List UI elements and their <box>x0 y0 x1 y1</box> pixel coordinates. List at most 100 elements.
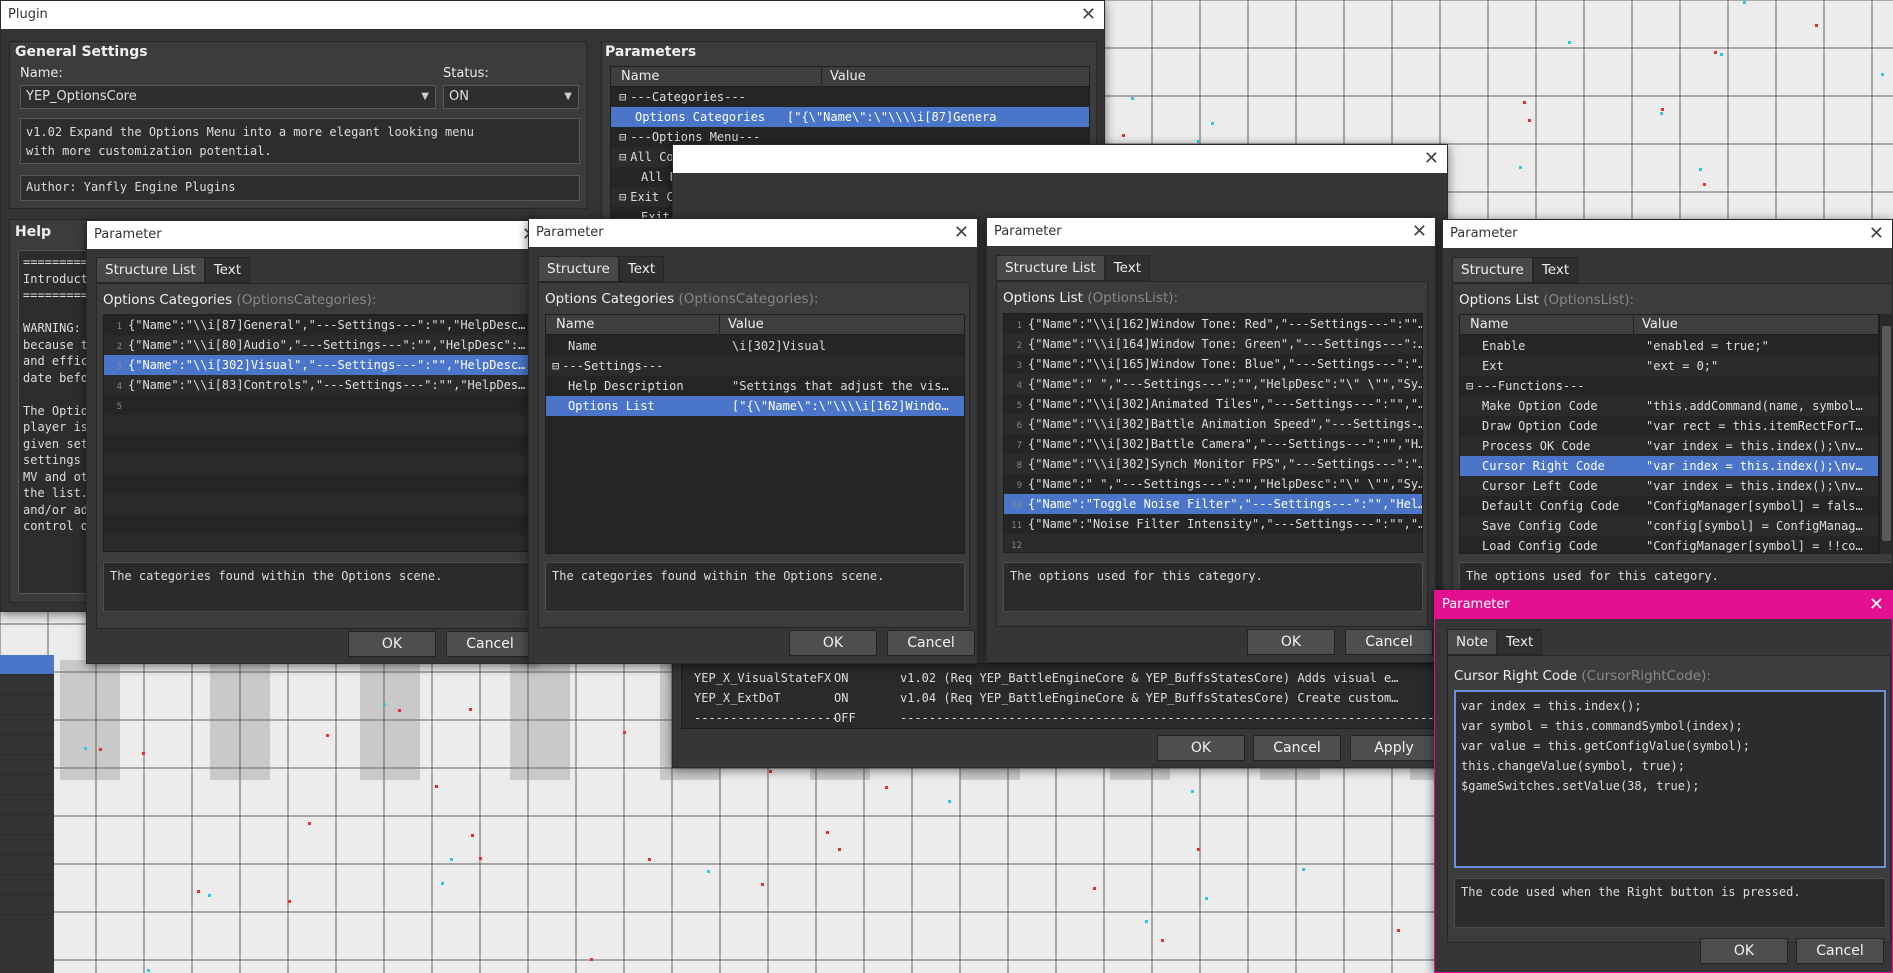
list-item[interactable]: 6 {"Name":"\\i[302]Battle Animation Speed… <box>1004 414 1422 434</box>
structure-table[interactable]: Name Value Name \i[302]Visual ⊟ ---Settings-… <box>545 314 965 554</box>
expander-icon[interactable]: ⊟ <box>619 190 626 204</box>
params-header-name: Name <box>621 69 660 84</box>
list-item[interactable] <box>104 415 535 435</box>
structure-row[interactable]: Default Config Code "ConfigManager[symbol… <box>1460 496 1878 516</box>
expander-icon[interactable]: ⊟ <box>619 150 626 164</box>
cancel-button[interactable]: Cancel <box>1253 735 1341 761</box>
list-item[interactable]: 8 {"Name":"\\i[302]Synch Monitor FPS","--… <box>1004 454 1422 474</box>
structure-name-text: Enable <box>1482 339 1526 353</box>
tab-structure-list[interactable]: Structure List <box>96 257 205 283</box>
categories-list[interactable]: 1 {"Name":"\\i[87]General","---Settings--… <box>103 314 535 552</box>
ok-button[interactable]: OK <box>348 631 436 657</box>
map-tree-selected[interactable] <box>0 655 54 675</box>
ok-button[interactable]: OK <box>789 630 877 656</box>
list-item[interactable] <box>104 495 535 515</box>
expander-icon[interactable]: ⊟ <box>619 90 626 104</box>
code-editor[interactable]: var index = this.index(); var symbol = th… <box>1454 690 1886 868</box>
close-icon[interactable]: ✕ <box>1869 591 1884 619</box>
list-item[interactable]: 1 {"Name":"\\i[162]Window Tone: Red","---… <box>1004 314 1422 334</box>
tab-text[interactable]: Text <box>204 257 251 283</box>
expander-icon[interactable]: ⊟ <box>1466 379 1473 393</box>
map-event-dot <box>1161 939 1164 942</box>
list-item[interactable] <box>104 435 535 455</box>
list-item[interactable]: 5 <box>104 395 535 415</box>
param-name: Options Categories <box>635 107 765 127</box>
list-item-text: {"Name":"\\i[87]General","---Settings---… <box>128 318 526 332</box>
list-item[interactable]: 2 {"Name":"\\i[80]Audio","---Settings---"… <box>104 335 535 355</box>
list-item[interactable]: 4 {"Name":"\\i[83]Controls","---Settings-… <box>104 375 535 395</box>
structure-row[interactable]: ⊟ ---Functions--- <box>1460 376 1878 396</box>
list-item[interactable] <box>104 455 535 475</box>
cancel-button[interactable]: Cancel <box>1345 629 1433 655</box>
status-select[interactable]: ON ▼ <box>443 85 579 109</box>
list-item[interactable]: 2 {"Name":"\\i[164]Window Tone: Green","-… <box>1004 334 1422 354</box>
plugin-desc: v1.04 (Req YEP_BattleEngineCore & YEP_Bu… <box>900 691 1399 705</box>
expander-icon[interactable]: ⊟ <box>552 359 559 373</box>
dialog-4-scrollbar[interactable] <box>1879 314 1892 554</box>
structure-row[interactable]: ⊟ ---Settings--- <box>546 356 964 376</box>
structure-row[interactable]: Name \i[302]Visual <box>546 336 964 356</box>
tab-text[interactable]: Text <box>1532 257 1579 283</box>
structure-row[interactable]: Options List ["{\"Name\":\"\\\\i[162]Wind… <box>546 396 964 416</box>
list-item[interactable]: 9 {"Name":" ","---Settings---":"","HelpDe… <box>1004 474 1422 494</box>
close-icon[interactable]: ✕ <box>1869 220 1884 248</box>
list-item[interactable]: 1 {"Name":"\\i[87]General","---Settings--… <box>104 315 535 335</box>
list-item[interactable] <box>104 515 535 535</box>
list-item[interactable]: 12 <box>1004 534 1422 552</box>
map-event-dot <box>1191 790 1194 793</box>
plugin-list-row[interactable]: -------------------- OFF -----------------… <box>682 708 1440 728</box>
structure-name: Load Config Code <box>1482 536 1598 553</box>
list-item[interactable]: 3 {"Name":"\\i[302]Visual","---Settings--… <box>104 355 535 375</box>
list-item[interactable]: 10 {"Name":"Toggle Noise Filter","---Sett… <box>1004 494 1422 514</box>
tab-note[interactable]: Note <box>1447 629 1497 655</box>
list-item[interactable] <box>104 535 535 551</box>
cancel-button[interactable]: Cancel <box>887 630 975 656</box>
structure-row[interactable]: Help Description "Settings that adjust th… <box>546 376 964 396</box>
tab-text[interactable]: Text <box>618 256 665 282</box>
tab-structure[interactable]: Structure <box>538 256 619 282</box>
tab-structure[interactable]: Structure <box>1452 257 1533 283</box>
ok-button[interactable]: OK <box>1247 629 1335 655</box>
ok-button[interactable]: OK <box>1700 938 1788 964</box>
cancel-button[interactable]: Cancel <box>446 631 534 657</box>
list-item[interactable]: 5 {"Name":"\\i[302]Animated Tiles","---Se… <box>1004 394 1422 414</box>
structure-row[interactable]: Cursor Left Code "var index = this.index(… <box>1460 476 1878 496</box>
expander-icon[interactable]: ⊟ <box>619 130 626 144</box>
structure-row[interactable]: Cursor Right Code "var index = this.index… <box>1460 456 1878 476</box>
param-row[interactable]: ⊟ ---Categories--- <box>611 87 1089 107</box>
list-item[interactable]: 3 {"Name":"\\i[165]Window Tone: Blue","--… <box>1004 354 1422 374</box>
structure-row[interactable]: Draw Option Code "var rect = this.itemRec… <box>1460 416 1878 436</box>
map-event-dot <box>441 882 444 885</box>
structure-row[interactable]: Process OK Code "var index = this.index()… <box>1460 436 1878 456</box>
options-list[interactable]: 1 {"Name":"\\i[162]Window Tone: Red","---… <box>1003 313 1423 553</box>
structure-row[interactable]: Save Config Code "config[symbol] = Config… <box>1460 516 1878 536</box>
close-icon[interactable]: ✕ <box>954 219 969 247</box>
tab-text[interactable]: Text <box>1496 629 1543 655</box>
cancel-button[interactable]: Cancel <box>1796 938 1884 964</box>
general-settings-label: General Settings <box>15 44 148 60</box>
list-item[interactable]: 7 {"Name":"\\i[302]Battle Camera","---Set… <box>1004 434 1422 454</box>
list-item[interactable] <box>104 475 535 495</box>
line-number: 12 <box>1011 541 1022 551</box>
structure-table[interactable]: Name Value Enable "enabled = true;" Ext "ext… <box>1459 314 1879 554</box>
structure-row[interactable]: Load Config Code "ConfigManager[symbol] =… <box>1460 536 1878 553</box>
ok-button[interactable]: OK <box>1157 735 1245 761</box>
map-tree-panel[interactable] <box>0 655 54 973</box>
structure-row[interactable]: Enable "enabled = true;" <box>1460 336 1878 356</box>
close-icon[interactable]: ✕ <box>1412 218 1427 246</box>
list-item-text: {"Name":"Toggle Noise Filter","---Settin… <box>1028 497 1422 511</box>
plugin-list[interactable]: YEP_X_VisualStateFX ON v1.02 (Req YEP_Batt… <box>681 663 1441 729</box>
plugin-name-select[interactable]: YEP_OptionsCore ▼ <box>20 85 436 109</box>
tab-text[interactable]: Text <box>1104 255 1151 281</box>
apply-button[interactable]: Apply <box>1350 735 1438 761</box>
close-icon[interactable]: ✕ <box>1081 1 1096 29</box>
close-icon[interactable]: ✕ <box>1424 145 1439 173</box>
param-row[interactable]: Options Categories ["{\"Name\":\"\\\\i[87… <box>611 107 1089 127</box>
list-item[interactable]: 11 {"Name":"Noise Filter Intensity","---S… <box>1004 514 1422 534</box>
plugin-list-row[interactable]: YEP_X_VisualStateFX ON v1.02 (Req YEP_Batt… <box>682 668 1440 688</box>
structure-row[interactable]: Ext "ext = 0;" <box>1460 356 1878 376</box>
list-item[interactable]: 4 {"Name":" ","---Settings---":"","HelpDe… <box>1004 374 1422 394</box>
structure-row[interactable]: Make Option Code "this.addCommand(name, s… <box>1460 396 1878 416</box>
tab-structure-list[interactable]: Structure List <box>996 255 1105 281</box>
plugin-list-row[interactable]: YEP_X_ExtDoT ON v1.04 (Req YEP_BattleEngin… <box>682 688 1440 708</box>
